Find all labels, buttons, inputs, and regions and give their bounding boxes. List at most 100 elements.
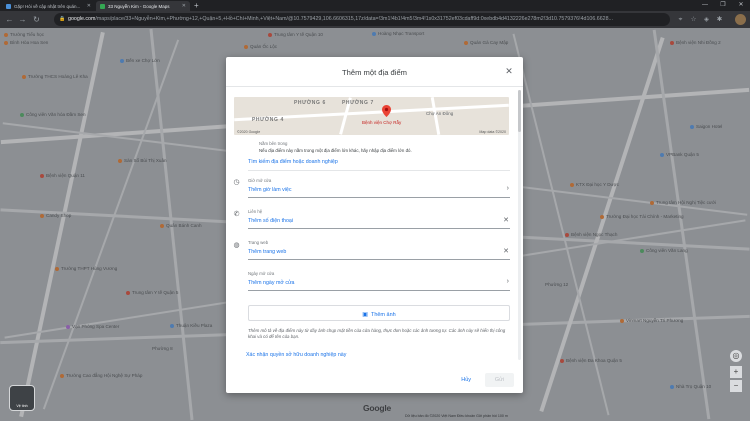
extension-icon[interactable]: ◈ (701, 14, 712, 25)
map-poi[interactable]: Nhà Trọ Quận 10 (670, 384, 711, 389)
satellite-layer-toggle[interactable]: Vệ tinh (9, 385, 35, 411)
hospital-pin-icon (40, 173, 44, 178)
add-photo-button[interactable]: ▣ Thêm ảnh (248, 305, 510, 321)
map-poi: Bệnh viện Chợ Rẫy (362, 120, 402, 125)
category-label: Nằm bên trong (259, 141, 288, 146)
map-footer: Dữ liệu bản đồ ©2020 Việt Nam Điều khoản… (405, 414, 508, 418)
map-poi[interactable]: Vinmart Nguyễn Tri Phương (620, 318, 683, 323)
dialog-scrollbar[interactable] (518, 90, 521, 360)
map-poi[interactable]: Trường THCS Hoàng Lê Kha (22, 74, 88, 79)
close-icon[interactable]: ✕ (87, 3, 91, 9)
browser-toolbar: ← → ↻ 🔒 google.com/maps/place/33+Nguyễn+… (0, 11, 750, 28)
address-bar[interactable]: 🔒 google.com/maps/place/33+Nguyễn+Kim,+P… (54, 13, 670, 26)
location-icon[interactable]: ⌖ (675, 14, 686, 25)
map-poi[interactable]: Bình Hòa Hoa Sen (4, 40, 48, 45)
map-poi[interactable]: Quán Ốc Lộc (244, 44, 277, 49)
scrollbar-thumb[interactable] (518, 90, 521, 132)
website-field[interactable]: Trang web Thêm trang web ✕ (248, 240, 510, 260)
clear-icon[interactable]: ✕ (503, 216, 509, 224)
puzzle-icon[interactable]: ✱ (714, 14, 725, 25)
map-poi[interactable]: VPBank Quận 5 (660, 152, 699, 157)
close-icon[interactable]: ✕ (503, 65, 515, 77)
park-pin-icon (640, 248, 644, 253)
clear-icon[interactable]: ✕ (503, 247, 509, 255)
submit-button[interactable]: Gửi (485, 373, 514, 387)
cancel-button[interactable]: Hủy (461, 374, 471, 386)
school-pin-icon (55, 266, 59, 271)
window-close-icon[interactable]: ✕ (732, 0, 750, 11)
map-poi[interactable]: Bến xe Chợ Lớn (120, 58, 160, 63)
ward-label: PHƯỜNG 7 (342, 100, 374, 106)
map-poi[interactable]: Trường THPT Hùng Vương (55, 266, 117, 271)
hospital-pin-icon (565, 232, 569, 237)
map-poi[interactable]: Trung tâm Hội Nghị Tiệc cưới (650, 200, 716, 205)
hours-field[interactable]: Giờ mở cửa Thêm giờ làm việc › (248, 178, 510, 198)
claim-business-link[interactable]: Xác nhận quyền sở hữu doanh nghiệp này (246, 352, 346, 358)
browser-tab-active[interactable]: 33 Nguyễn Kim - Google Maps ✕ (96, 1, 190, 11)
map-area-label: Phường 12 (545, 282, 569, 287)
minimize-icon[interactable]: — (696, 0, 714, 11)
browser-tab[interactable]: Gặp! Hỏi về cập nhật trên quán... ✕ (2, 1, 95, 11)
map-poi[interactable]: Công viên Văn Lang (640, 248, 688, 253)
map-poi[interactable]: Sàn Sổ Bùi Thị Xuân (118, 158, 167, 163)
globe-icon: ◍ (233, 242, 240, 249)
map-poi[interactable]: Vạn Phòng Spa Center (66, 324, 119, 329)
map-poi[interactable]: KTX Đại học Y Dược (570, 182, 619, 187)
school-pin-icon (60, 373, 64, 378)
field-value: Thêm số điện thoại (248, 218, 294, 224)
maximize-icon[interactable]: ❐ (714, 0, 732, 11)
map-poi[interactable]: Bệnh viện Đa Khoa Quận 5 (560, 358, 622, 363)
star-icon[interactable]: ☆ (688, 14, 699, 25)
hospital-pin-icon (670, 40, 674, 45)
map-poi[interactable]: Quân Bánh Canh (160, 223, 202, 228)
place-pin-icon (464, 40, 468, 45)
place-pin-icon (22, 74, 26, 79)
search-business-link[interactable]: Tìm kiếm địa điểm hoặc doanh nghiệp (248, 159, 338, 165)
location-preview-map[interactable]: PHƯỜNG 6 PHƯỜNG 7 PHƯỜNG 4 Bệnh viện Chợ… (234, 97, 509, 135)
map-poi[interactable]: Thuận Kiều Plaza (170, 323, 212, 328)
close-icon[interactable]: ✕ (182, 3, 186, 9)
place-pin-icon (118, 158, 122, 163)
map-poi[interactable]: Trường Tiểu học (4, 32, 44, 37)
category-description: Nếu địa điểm này nằm trong một địa điểm … (259, 148, 412, 153)
map-poi[interactable]: Quán Gà Cay Mập (464, 40, 508, 45)
map-poi[interactable]: Bệnh viện Nhi Đồng 2 (670, 40, 721, 45)
place-pin-icon (372, 31, 376, 36)
tab-title: Gặp! Hỏi về cập nhật trên quán... (14, 3, 81, 9)
map-poi[interactable]: Công viên Văn hóa Đầm Sen (20, 112, 86, 117)
school-pin-icon (600, 214, 604, 219)
map-poi[interactable]: Trường Đại học Tài Chính - Marketing (600, 214, 684, 219)
field-value: Thêm giờ làm việc (248, 187, 292, 193)
map-poi[interactable]: Candy Shop (40, 213, 71, 218)
bus-pin-icon (120, 58, 124, 63)
place-pin-icon (4, 32, 8, 37)
my-location-icon[interactable]: ◎ (730, 350, 742, 362)
avatar[interactable] (735, 14, 746, 25)
shop-pin-icon (40, 213, 44, 218)
field-label: Giờ mở cửa (248, 178, 272, 183)
field-label: Liên hệ (248, 209, 263, 214)
field-label: Ngày mở cửa (248, 271, 275, 276)
plus-icon[interactable]: + (194, 1, 199, 11)
map-poi[interactable]: Trường Cao đẳng Hội Nghệ Sự Pháp (60, 373, 142, 378)
zoom-in-icon[interactable]: + (730, 366, 742, 378)
map-area-label: Phường 8 (152, 346, 173, 351)
phone-field[interactable]: Liên hệ Thêm số điện thoại ✕ (248, 209, 510, 229)
browser-tab-strip: Gặp! Hỏi về cập nhật trên quán... ✕ 33 N… (0, 0, 750, 11)
phone-icon: ✆ (233, 211, 240, 218)
map-poi[interactable]: Trung tâm Y tế Quận 5 (126, 290, 178, 295)
zoom-out-icon[interactable]: − (730, 380, 742, 392)
opening-date-field[interactable]: Ngày mở cửa Thêm ngày mở cửa › (248, 271, 510, 291)
reload-icon[interactable]: ↻ (31, 14, 42, 25)
dialog-header: Thêm một địa điểm ✕ (226, 57, 523, 87)
photo-disclaimer: Thêm mô tả về địa điểm này từ dây ảnh ch… (248, 328, 506, 339)
back-icon[interactable]: ← (4, 14, 15, 25)
place-pin-icon (4, 40, 8, 45)
forward-icon[interactable]: → (17, 14, 28, 25)
map-poi[interactable]: Hoàng Nhạc Transport (372, 31, 424, 36)
map-road (652, 29, 711, 420)
map-poi[interactable]: Bệnh viện Ngọc Thạch (565, 232, 617, 237)
map-poi[interactable]: Trung tâm Y tế Quận 10 (268, 32, 323, 37)
map-poi[interactable]: Saigon Hotel (690, 124, 722, 129)
map-poi[interactable]: Bệnh viện Quận 11 (40, 173, 85, 178)
